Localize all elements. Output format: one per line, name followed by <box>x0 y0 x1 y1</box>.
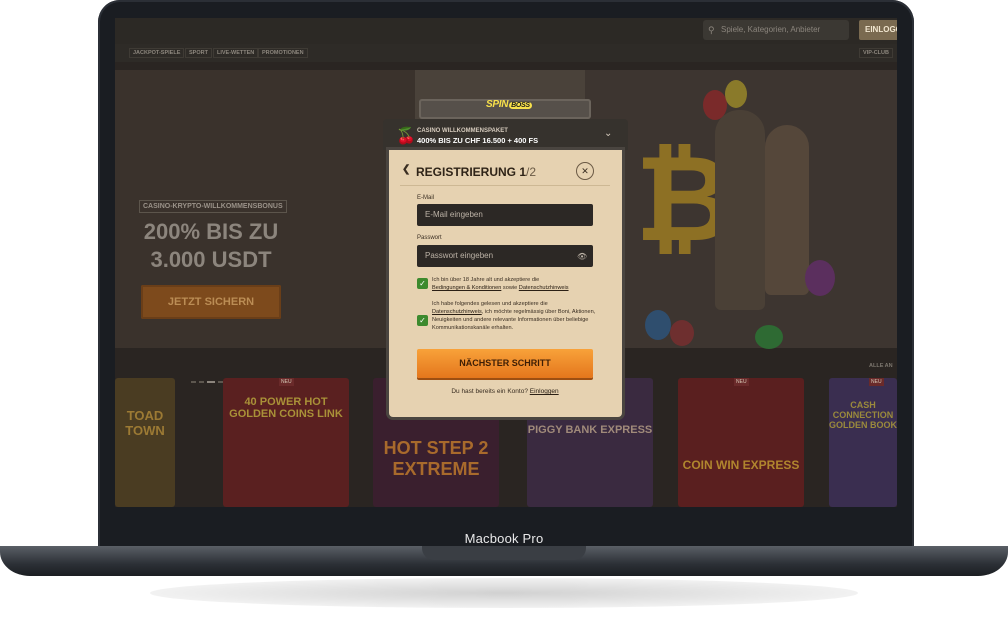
game-tile[interactable]: NEU 40 POWER HOT GOLDEN COINS LINK <box>223 378 349 507</box>
balloon <box>755 325 783 349</box>
nav-item-sport[interactable]: SPORT <box>185 48 212 58</box>
balloon <box>645 310 671 340</box>
game-title: COIN WIN EXPRESS <box>682 458 800 472</box>
nav-item-jackpot[interactable]: JACKPOT-SPIELE <box>129 48 185 58</box>
eye-icon[interactable]: 👁 <box>577 252 587 261</box>
hero-title-line2: 3.000 USDT <box>150 247 272 272</box>
balloon <box>725 80 747 108</box>
privacy-link[interactable]: Datenschutzhinweis <box>519 285 569 291</box>
registration-title: REGISTRIERUNG 1/2 <box>416 165 536 179</box>
next-step-button[interactable]: NÄCHSTER SCHRITT <box>417 349 593 378</box>
terms-link[interactable]: Bedingungen & Konditionen <box>432 285 501 291</box>
new-badge: NEU <box>734 378 749 386</box>
nav-item-promotions[interactable]: PROMOTIONEN <box>258 48 308 58</box>
close-icon[interactable]: ✕ <box>576 162 594 180</box>
game-tile[interactable]: NEU COIN WIN EXPRESS <box>678 378 804 507</box>
search-icon: ⚲ <box>708 25 715 35</box>
search-placeholder: Spiele, Kategorien, Anbieter <box>721 25 821 34</box>
game-title: PIGGY BANK EXPRESS <box>527 424 653 436</box>
marketing-text-1: Ich habe folgendes gelesen und akzeptier… <box>432 301 548 307</box>
cherry-icon: 🍒 <box>396 128 416 145</box>
site-header: ⚲ Spiele, Kategorien, Anbieter EINLOGG <box>115 18 897 44</box>
search-input[interactable]: ⚲ Spiele, Kategorien, Anbieter <box>703 20 849 40</box>
marketing-privacy-link[interactable]: Datenschutzhinweis <box>432 309 482 315</box>
game-title: 40 POWER HOT GOLDEN COINS LINK <box>229 396 343 420</box>
terms-text-2: sowie <box>502 285 518 291</box>
hero-title: 200% BIS ZU 3.000 USDT <box>131 218 291 274</box>
new-badge: NEU <box>279 378 294 386</box>
terms-checkbox[interactable]: ✓ <box>417 278 428 289</box>
hero-cta-button[interactable]: JETZT SICHERN <box>141 285 281 319</box>
logo-badge: BOSS <box>509 102 532 109</box>
email-field[interactable]: E-Mail eingeben <box>417 204 593 226</box>
game-title: HOT STEP 2 EXTREME <box>383 438 489 479</box>
welcome-package-offer: 400% BIS ZU CHF 16.500 + 400 FS <box>417 136 539 145</box>
welcome-package-label: CASINO WILLKOMMENSPAKET <box>417 128 508 134</box>
hero-tag: CASINO-KRYPTO-WILLKOMMENSBONUS <box>139 200 287 213</box>
terms-text-1: Ich bin über 18 Jahre alt und akzeptiere… <box>432 277 540 283</box>
brand-logo: SPIN BOSS <box>486 99 532 117</box>
game-title: TOAD TOWN <box>125 408 165 438</box>
nav-item-vip[interactable]: VIP-CLUB <box>859 48 893 58</box>
balloon <box>703 90 727 120</box>
have-account-question: Du hast bereits ein Konto? <box>451 388 528 395</box>
welcome-package-bar[interactable] <box>383 119 628 150</box>
character-woman <box>765 125 809 295</box>
chevron-down-icon[interactable]: ⌄ <box>604 128 612 139</box>
hero-title-line1: 200% BIS ZU <box>143 219 279 244</box>
games-all-link[interactable]: ALLE AN <box>869 363 893 369</box>
character-man <box>715 110 765 310</box>
new-badge: NEU <box>869 378 884 386</box>
laptop-shadow <box>150 578 858 608</box>
password-field[interactable]: Passwort eingeben <box>417 245 593 267</box>
balloon <box>805 260 835 296</box>
marketing-checkbox[interactable]: ✓ <box>417 315 428 326</box>
device-label: Macbook Pro <box>464 531 544 546</box>
game-title: CASH CONNECTION GOLDEN BOOK <box>829 400 897 430</box>
game-tile[interactable]: NEU CASH CONNECTION GOLDEN BOOK <box>829 378 897 507</box>
back-chevron-icon[interactable]: ❮ <box>402 164 410 175</box>
balloon <box>670 320 694 346</box>
login-link[interactable]: Einloggen <box>530 388 559 395</box>
terms-text: Ich bin über 18 Jahre alt und akzeptiere… <box>432 276 600 292</box>
header-login-button[interactable]: EINLOGG <box>859 20 897 40</box>
registration-title-text: REGISTRIERUNG 1 <box>416 165 527 179</box>
game-tile[interactable]: TOAD TOWN <box>115 378 175 507</box>
have-account-text: Du hast bereits ein Konto? Einloggen <box>400 388 610 395</box>
main-nav: JACKPOT-SPIELE SPORT LIVE-WETTEN PROMOTI… <box>115 44 897 62</box>
password-label: Passwort <box>417 235 442 241</box>
logo-text: SPIN <box>486 99 509 110</box>
divider <box>400 185 610 186</box>
registration-step: /2 <box>526 165 537 179</box>
email-label: E-Mail <box>417 195 435 201</box>
laptop-notch <box>422 546 586 560</box>
marketing-text: Ich habe folgendes gelesen und akzeptier… <box>432 300 600 332</box>
nav-item-live[interactable]: LIVE-WETTEN <box>213 48 259 58</box>
